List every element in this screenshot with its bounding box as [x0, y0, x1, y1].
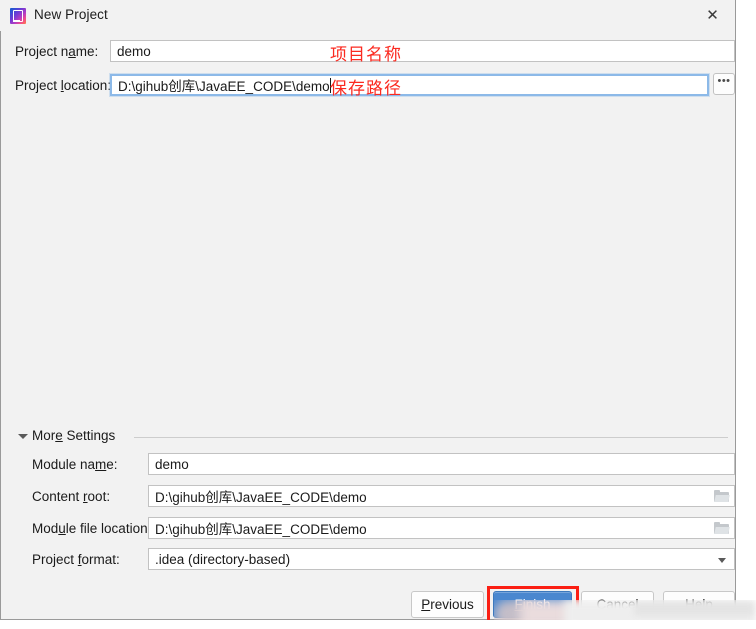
module-file-location-input[interactable]: D:\gihub创库\JavaEE_CODE\demo: [148, 517, 735, 539]
content-root-value: D:\gihub创库\JavaEE_CODE\demo: [155, 490, 367, 505]
new-project-dialog: New Project ✕ Project name: demo Project…: [0, 0, 736, 623]
project-name-input[interactable]: demo: [110, 40, 735, 62]
annotation-project-name: 项目名称: [330, 45, 402, 65]
chevron-down-icon: [18, 434, 28, 439]
project-name-label: Project name:: [15, 44, 99, 59]
ellipsis-icon: •••: [717, 75, 731, 87]
section-divider: [134, 437, 728, 438]
dialog-title: New Project: [34, 7, 108, 22]
project-format-label: Project format:: [32, 552, 120, 567]
module-name-label: Module name:: [32, 457, 118, 472]
browse-location-button[interactable]: •••: [713, 73, 735, 95]
project-format-dropdown[interactable]: .idea (directory-based): [148, 548, 735, 570]
more-settings-label: More Settings: [32, 428, 116, 443]
help-button[interactable]: Help: [663, 591, 735, 618]
annotation-save-path: 保存路径: [330, 79, 402, 99]
intellij-idea-icon: [10, 8, 26, 24]
module-file-location-label: Module file location:: [32, 521, 152, 536]
module-name-value: demo: [155, 456, 189, 472]
project-location-input[interactable]: D:\gihub创库\JavaEE_CODE\demo: [110, 74, 709, 96]
page-bottom-margin: [0, 620, 756, 629]
content-root-folder-icon[interactable]: [714, 490, 730, 502]
finish-button[interactable]: Finish: [493, 591, 572, 618]
chevron-down-icon: [718, 558, 726, 563]
cancel-button[interactable]: Cancel: [581, 591, 654, 618]
dialog-left-border: [0, 0, 1, 620]
more-settings-section-header[interactable]: More Settings: [18, 428, 728, 446]
close-icon[interactable]: ✕: [690, 0, 735, 30]
project-name-value: demo: [117, 43, 151, 59]
page-right-margin: [736, 0, 756, 629]
dialog-titlebar: New Project ✕: [0, 0, 735, 31]
content-root-input[interactable]: D:\gihub创库\JavaEE_CODE\demo: [148, 485, 735, 507]
content-root-label: Content root:: [32, 489, 111, 504]
module-file-location-folder-icon[interactable]: [714, 522, 730, 534]
module-name-input[interactable]: demo: [148, 453, 735, 475]
module-file-location-value: D:\gihub创库\JavaEE_CODE\demo: [155, 522, 367, 537]
project-format-value: .idea (directory-based): [155, 551, 291, 567]
project-location-label: Project location:: [15, 78, 112, 93]
project-location-value: D:\gihub创库\JavaEE_CODE\demo: [118, 79, 330, 94]
previous-button[interactable]: Previous: [411, 591, 484, 618]
